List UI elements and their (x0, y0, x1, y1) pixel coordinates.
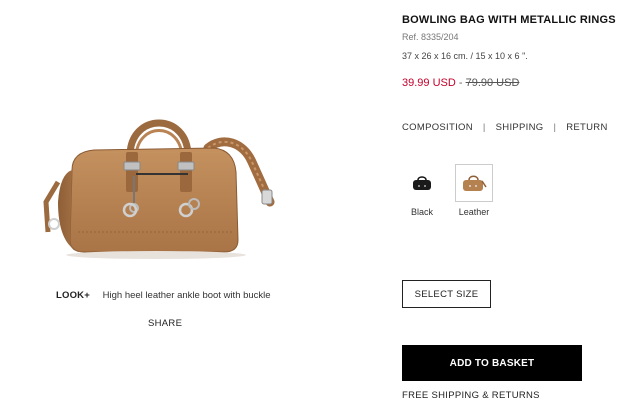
bag-icon (413, 176, 431, 190)
sale-price: 39.99 USD (402, 77, 456, 89)
product-media-column: LOOK+ High heel leather ankle boot with … (0, 0, 340, 414)
price-separator: - (455, 77, 466, 89)
color-name: Leather (458, 207, 490, 217)
product-price: 39.99 USD - 79.90 USD (402, 77, 519, 89)
link-separator: | (482, 122, 486, 133)
info-links: COMPOSITION | SHIPPING | RETURN (402, 122, 608, 133)
select-size-button[interactable]: SELECT SIZE (402, 280, 491, 308)
product-title: BOWLING BAG WITH METALLIC RINGS (402, 14, 616, 26)
look-item-link[interactable]: High heel leather ankle boot with buckle (103, 290, 271, 301)
product-image[interactable] (38, 92, 286, 262)
look-plus-row: LOOK+ High heel leather ankle boot with … (56, 290, 271, 301)
add-to-basket-button[interactable]: ADD TO BASKET (402, 345, 582, 381)
share-link[interactable]: SHARE (148, 318, 182, 329)
black-bag-thumbnail[interactable] (403, 164, 441, 202)
composition-link[interactable]: COMPOSITION (402, 122, 473, 133)
shipping-link[interactable]: SHIPPING (496, 122, 544, 133)
free-shipping-link[interactable]: FREE SHIPPING & RETURNS (402, 390, 540, 401)
product-dimensions: 37 x 26 x 16 cm. / 15 x 10 x 6 ". (402, 51, 528, 61)
original-price: 79.90 USD (465, 77, 520, 89)
return-link[interactable]: RETURN (566, 122, 607, 133)
color-swatches: Black Leather (402, 164, 506, 217)
color-swatch-leather[interactable]: Leather (454, 164, 494, 217)
leather-bag-thumbnail[interactable] (455, 164, 493, 202)
link-separator: | (553, 122, 557, 133)
product-reference: Ref. 8335/204 (402, 32, 459, 42)
product-details-column: BOWLING BAG WITH METALLIC RINGS Ref. 833… (402, 0, 640, 414)
color-swatch-black[interactable]: Black (402, 164, 442, 217)
bag-icon (463, 175, 487, 191)
look-plus-label: LOOK+ (56, 290, 90, 301)
color-name: Black (410, 207, 433, 217)
